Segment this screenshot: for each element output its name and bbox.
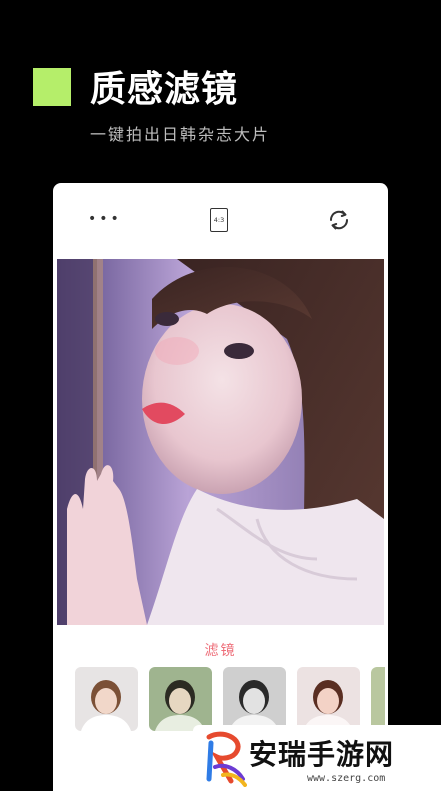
filter-thumb-mono[interactable] — [223, 667, 286, 731]
filter-thumb-warm[interactable] — [297, 667, 360, 731]
camera-top-bar: ••• 4:3 — [53, 183, 388, 258]
filter-thumb-partial[interactable] — [371, 667, 385, 731]
camera-preview-photo — [57, 259, 384, 625]
watermark-url: www.szerg.com — [307, 773, 386, 784]
filter-section-title: 滤镜 — [204, 643, 237, 659]
headline-subtitle: 一键拍出日韩杂志大片 — [90, 125, 271, 144]
site-logo-icon — [201, 731, 247, 787]
accent-square — [33, 68, 71, 106]
more-dots-icon[interactable]: ••• — [88, 209, 119, 229]
filter-thumb-original[interactable] — [75, 667, 138, 731]
camera-switch-icon[interactable] — [325, 206, 353, 234]
phone-screen: ••• 4:3 滤镜 — [53, 183, 388, 791]
site-watermark: 安瑞手游网 www.szerg.com — [193, 725, 441, 791]
aspect-ratio-label: 4:3 — [210, 208, 228, 232]
headline-title: 质感滤镜 — [90, 69, 239, 110]
aspect-ratio-button[interactable]: 4:3 — [207, 207, 231, 235]
filter-thumb-green[interactable] — [149, 667, 212, 731]
watermark-site-name: 安瑞手游网 — [249, 738, 395, 771]
filter-strip — [75, 667, 388, 733]
